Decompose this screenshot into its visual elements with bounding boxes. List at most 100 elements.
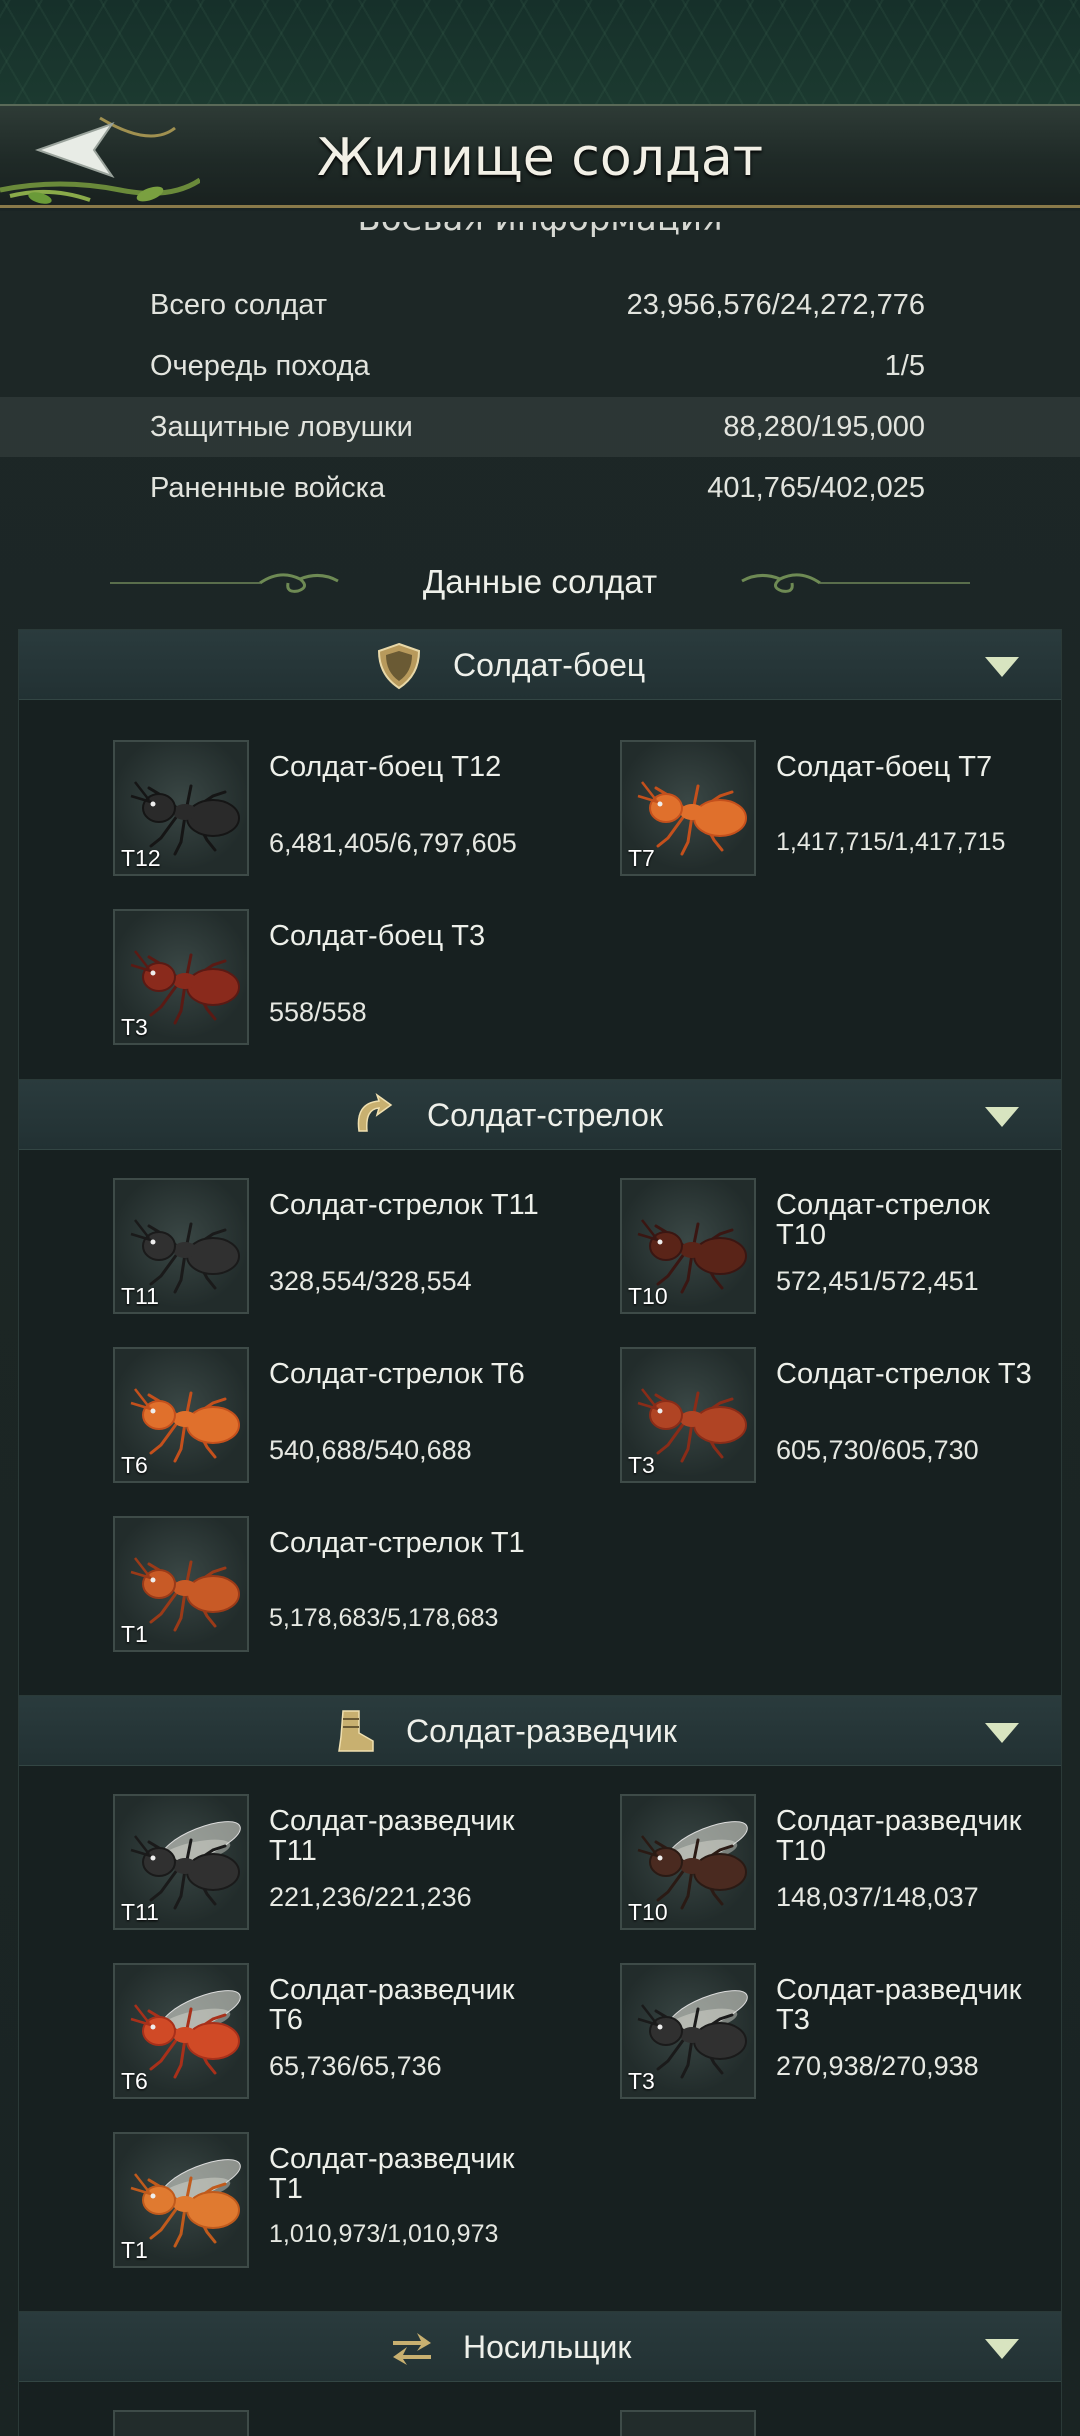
section-header-carrier[interactable]: Носильщик [19,2312,1061,2382]
tier-badge: T1 [121,1621,148,1647]
tier-badge: T6 [121,1452,148,1478]
info-value: 401,765/402,025 [707,472,925,504]
unit-thumbnail: T12 [113,740,249,876]
unit-card[interactable]: T12 Солдат-боец T12 6,481,405/6,797,605 [19,740,519,880]
tier-badge: T6 [121,2068,148,2094]
unit-name: Солдат-боец T12 [269,751,502,783]
unit-count: 221,236/221,236 [269,1882,472,1912]
section-title: Носильщик [463,2329,632,2365]
unit-card[interactable]: T3 Солдат-стрелок T3 605,730/605,730 [526,1347,1032,1487]
unit-count: 605,730/605,730 [776,1435,979,1465]
unit-thumbnail: T1 [113,2132,249,2268]
unit-card[interactable]: T10 Солдат-разведчик T10 148,037/148,037 [526,1794,1026,1934]
unit-name: Солдат-разведчик T6 [269,1974,515,2036]
chevron-down-icon[interactable] [985,1723,1019,1743]
section-header-scout[interactable]: Солдат-разведчик [19,1696,1061,1766]
tier-badge: T3 [628,1452,655,1478]
back-arrow-icon [0,116,202,204]
chevron-down-icon[interactable] [985,2339,1019,2359]
unit-thumbnail: T10 [620,1178,756,1314]
unit-count: 5,178,683/5,178,683 [269,1604,499,1632]
unit-count: 572,451/572,451 [776,1266,979,1296]
tier-badge: T7 [628,845,655,871]
section-title: Солдат-разведчик [406,1713,677,1749]
unit-name: Солдат-разведчик T10 [776,1805,1022,1867]
unit-card[interactable]: T10 Солдат-стрелок T10 572,451/572,451 [526,1178,1026,1318]
info-row-wounded: Раненные войска 401,765/402,025 [0,458,1080,518]
unit-card[interactable]: T6 Солдат-стрелок T6 540,688/540,688 [19,1347,525,1487]
unit-name: Солдат-боец T7 [776,751,993,783]
info-value: 1/5 [884,350,925,382]
unit-thumbnail: T6 [113,1963,249,2099]
unit-card[interactable]: T11 Солдат-стрелок T11 328,554/328,554 [19,1178,539,1318]
unit-count: 1,010,973/1,010,973 [269,2220,499,2248]
unit-thumbnail: T11 [113,1178,249,1314]
unit-name: Солдат-стрелок T1 [269,1527,525,1559]
tier-badge: T11 [121,1899,159,1925]
unit-card[interactable]: T1 Солдат-разведчик T1 1,010,973/1,010,9… [19,2132,519,2272]
unit-card[interactable]: T3 Солдат-разведчик T3 270,938/270,938 [526,1963,1026,2103]
unit-name: Солдат-боец T3 [269,920,486,952]
chevron-down-icon[interactable] [985,657,1019,677]
section-title: Солдат-боец [453,647,646,683]
unit-thumbnail [620,2410,756,2436]
unit-thumbnail: T11 [113,1794,249,1930]
unit-count: 328,554/328,554 [269,1266,472,1296]
chevron-down-icon[interactable] [985,1107,1019,1127]
info-row-total-soldiers: Всего солдат 23,956,576/24,272,776 [0,275,1080,335]
unit-count: 1,417,715/1,417,715 [776,828,1006,856]
flourish-right-icon [741,573,970,593]
unit-name: Солдат-стрелок T11 [269,1189,539,1221]
page-title: Жилище солдат [316,128,764,188]
unit-thumbnail: T1 [113,1516,249,1652]
top-decorative-strip [0,0,1080,108]
unit-name: Солдат-разведчик T11 [269,1805,515,1867]
unit-name: Солдат-стрелок T6 [269,1358,525,1390]
back-button[interactable] [0,108,202,208]
unit-thumbnail: T3 [113,909,249,1045]
unit-thumbnail [113,2410,249,2436]
unit-card[interactable]: T1 Солдат-стрелок T1 5,178,683/5,178,683 [19,1516,525,1656]
unit-count: 65,736/65,736 [269,2051,442,2081]
tier-badge: T1 [121,2237,148,2263]
unit-name: Солдат-разведчик T3 [776,1974,1022,2036]
unit-count: 148,037/148,037 [776,1882,979,1912]
info-row-defense-traps: Защитные ловушки 88,280/195,000 [0,397,1080,457]
shield-icon [377,642,421,690]
unit-thumbnail: T7 [620,740,756,876]
unit-name: Солдат-разведчик T1 [269,2143,515,2205]
section-title: Солдат-стрелок [427,1097,663,1133]
unit-name: Солдат-стрелок T3 [776,1358,1032,1390]
unit-count: 558/558 [269,997,367,1027]
info-label: Раненные войска [150,472,386,504]
tier-badge: T10 [628,1283,668,1309]
tier-badge: T3 [628,2068,655,2094]
content-scroll-area[interactable]: Боевая информация Всего солдат 23,956,57… [0,211,1080,2436]
unit-thumbnail: T3 [620,1347,756,1483]
unit-card[interactable]: T7 Солдат-боец T7 1,417,715/1,417,715 [526,740,1026,880]
unit-name: Солдат-стрелок T10 [776,1189,990,1251]
section-header-shooter[interactable]: Солдат-стрелок [19,1080,1061,1150]
info-value: 23,956,576/24,272,776 [626,289,925,321]
unit-thumbnail: T10 [620,1794,756,1930]
info-label: Очередь похода [150,350,370,382]
unit-thumbnail: T3 [620,1963,756,2099]
unit-card[interactable]: T11 Солдат-разведчик T11 221,236/221,236 [19,1794,519,1934]
info-label: Всего солдат [150,289,328,321]
tier-badge: T10 [628,1899,668,1925]
tier-badge: T11 [121,1283,159,1309]
tier-badge: T12 [121,845,161,871]
info-label: Защитные ловушки [150,411,413,443]
unit-count: 6,481,405/6,797,605 [269,828,517,858]
unit-card[interactable]: T3 Солдат-боец T3 558/558 [19,909,519,1049]
info-value: 88,280/195,000 [723,411,925,443]
tier-badge: T3 [121,1014,148,1040]
section-header-fighter[interactable]: Солдат-боец [19,630,1061,700]
swap-arrows-icon [393,2333,431,2365]
unit-card[interactable]: T6 Солдат-разведчик T6 65,736/65,736 [19,1963,519,2103]
unit-thumbnail: T6 [113,1347,249,1483]
battle-info-title: Боевая информация [0,222,1080,258]
unit-count: 540,688/540,688 [269,1435,472,1465]
boot-icon [338,1710,374,1752]
unit-count: 270,938/270,938 [776,2051,979,2081]
